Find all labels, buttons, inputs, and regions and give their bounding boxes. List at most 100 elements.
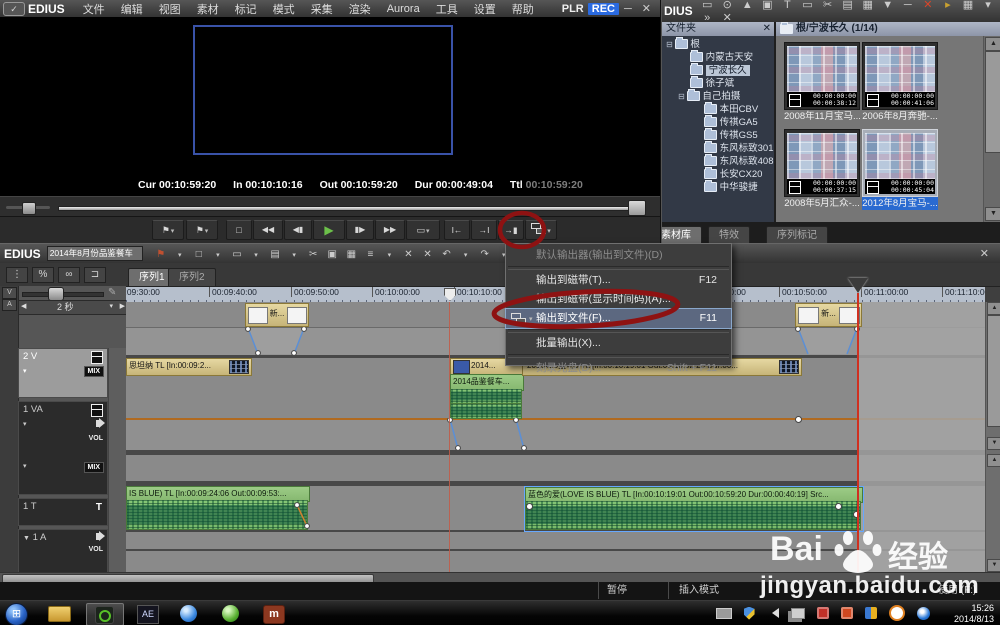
delete-icon[interactable]: ✕ [401, 249, 417, 260]
menu-item-burn-disc[interactable]: 刻录光盘(D)...Shift + F11 [506, 359, 731, 378]
scroll-up-icon[interactable]: ▲ [987, 454, 1000, 467]
vol-label[interactable]: VOL [89, 435, 103, 442]
play-view-icon[interactable]: ▸ [939, 0, 956, 11]
stop-button[interactable]: □ [226, 220, 252, 240]
keyboard-tray-icon[interactable] [716, 608, 732, 619]
delete-icon[interactable]: ✕ [919, 0, 936, 11]
folder-panel-close-icon[interactable]: ✕ [763, 22, 771, 36]
chevron-down-icon[interactable]: ▾ [248, 251, 264, 259]
cut-icon[interactable]: ✂ [819, 0, 836, 11]
security-tray-icon[interactable] [817, 607, 829, 619]
tree-item[interactable]: 徐子斌 [690, 77, 734, 90]
plr-button[interactable]: PLR [562, 3, 584, 15]
play-button[interactable]: ▶ [313, 220, 345, 240]
ripple-delete-icon[interactable]: ✕ [420, 249, 436, 260]
clock-app-tray-icon[interactable] [889, 605, 905, 621]
expand-icon[interactable]: ▾ [23, 367, 27, 375]
grid-view-icon[interactable]: ▦ [959, 0, 976, 11]
paste-icon[interactable]: ▦ [859, 0, 876, 11]
audio-waveform[interactable] [126, 500, 308, 530]
search-icon[interactable]: ⊙ [719, 0, 736, 11]
goto-edit-button[interactable]: →▮ [498, 220, 524, 240]
menu-item-export-to-tape-tc[interactable]: 输出到磁带(显示时间码)(A)... [506, 290, 731, 309]
scroll-down-icon[interactable]: ▼ [985, 207, 1000, 221]
clip-tile[interactable]: 00:00:00:0000:00:41:06 2006年8月奔驰-... [862, 42, 938, 126]
scroll-up-icon[interactable]: ▲ [985, 37, 1000, 51]
chevron-down-icon[interactable]: ▾ [171, 228, 175, 235]
collapse-icon[interactable]: ⊟ [678, 92, 685, 101]
tree-item[interactable]: 中华骏捷 [704, 181, 758, 194]
chevron-down-icon[interactable]: ▾ [210, 251, 226, 259]
tab-effects[interactable]: 特效 [708, 226, 750, 243]
track-header-1t[interactable]: 1 T T [18, 498, 108, 526]
snap-mode-icon[interactable]: ⊐ [84, 267, 106, 283]
set-out-button[interactable]: →I [471, 220, 497, 240]
timeline-vscrollbar[interactable]: ▲ ▼ ▲ ▼ [985, 302, 1000, 572]
track-header-1va[interactable]: 1 VA ▾ VOL ▾ MIX [18, 401, 108, 495]
vol-label[interactable]: VOL [89, 546, 103, 553]
menu-item-default-exporter[interactable]: 默认输出器(输出到文件)(D) [506, 246, 731, 265]
export-button[interactable]: ▾ [525, 220, 557, 240]
chevron-down-icon[interactable]: ▾ [980, 0, 997, 11]
new-sequence-icon[interactable]: □ [191, 249, 207, 260]
position-bar[interactable] [58, 206, 646, 211]
menu-item-batch-export[interactable]: 批量输出(X)... [506, 334, 731, 353]
menu-item-export-to-file[interactable]: ▾ 输出到文件(F)...F11 [506, 309, 731, 328]
title-track-icon[interactable]: T [96, 502, 102, 513]
audio-waveform[interactable] [450, 389, 522, 404]
prev-frame-button[interactable]: ◀▮ [284, 220, 312, 240]
chevron-down-icon[interactable]: ▾ [109, 301, 113, 313]
chevron-down-icon[interactable]: ▾ [286, 251, 302, 259]
tree-item[interactable]: 长安CX20 [704, 168, 762, 181]
tab-sequence-markers[interactable]: 序列标记 [766, 226, 828, 243]
close-button[interactable]: ✕ [637, 2, 656, 15]
menu-mode[interactable]: 模式 [265, 0, 303, 19]
tree-item[interactable]: 东风标致408 [704, 155, 774, 168]
taskbar-edius-button[interactable] [86, 603, 124, 625]
mix-badge[interactable]: MIX [84, 462, 104, 473]
sync-mode-icon[interactable]: % [32, 267, 54, 283]
track-header-1a[interactable]: ▼ 1 A VOL [18, 529, 108, 573]
timescale-right-icon[interactable]: ▶ [120, 301, 125, 313]
playhead-icon[interactable] [848, 278, 868, 293]
track-header-2v[interactable]: 2 V ▾ MIX [18, 348, 108, 398]
taskbar-folder-button[interactable] [44, 603, 74, 624]
menu-file[interactable]: 文件 [75, 0, 113, 19]
video-gutter-button[interactable]: V [2, 287, 17, 299]
tree-item-selected[interactable]: 宁波长久 [690, 64, 750, 77]
fast-forward-button[interactable]: ▶▶ [375, 220, 405, 240]
redo-icon[interactable]: ↷ [477, 249, 493, 260]
rec-button[interactable]: REC [588, 3, 619, 15]
menu-aurora[interactable]: Aurora [379, 1, 428, 17]
audio-waveform[interactable] [450, 404, 522, 419]
open-project-icon[interactable]: ▭ [229, 249, 245, 260]
cut-icon[interactable]: ✂ [305, 249, 321, 260]
chevron-down-icon[interactable]: ▾ [426, 228, 430, 235]
tree-item[interactable]: ⊟ 自己拍摄 [678, 90, 740, 103]
add-clip-icon[interactable]: ▼ [879, 0, 896, 11]
monitor-icon[interactable]: ▭ [799, 0, 816, 11]
collapse-icon[interactable]: ⊟ [666, 40, 673, 49]
up-folder-icon[interactable]: ▲ [739, 0, 756, 11]
tab-sequence-2[interactable]: 序列2 [168, 268, 216, 286]
taskbar-360-button[interactable] [218, 603, 248, 624]
expand-icon[interactable]: ▾ [23, 420, 27, 428]
tree-item[interactable]: 传祺GA5 [704, 116, 758, 129]
timeline-clip-1a-right[interactable]: 蓝色的爱(LOVE IS BLUE) TL [In:00:10:19:01 Ou… [524, 486, 864, 532]
menu-view[interactable]: 视图 [151, 0, 189, 19]
set-in-button[interactable]: I← [444, 220, 470, 240]
tree-item[interactable]: 内蒙古天安 [690, 51, 753, 64]
audio-gutter-button[interactable]: A [2, 299, 17, 311]
taskbar-ae-button[interactable]: AE [134, 603, 164, 624]
import-icon[interactable]: ▣ [759, 0, 776, 11]
menu-tools[interactable]: 工具 [428, 0, 466, 19]
browser-tray-icon[interactable] [917, 607, 930, 620]
expand-icon[interactable]: ▾ [23, 462, 27, 470]
menu-capture[interactable]: 采集 [303, 0, 341, 19]
bin-scrollbar[interactable]: ▲ ▼ [983, 36, 1000, 222]
menu-item-export-to-tape[interactable]: 输出到磁带(T)...F12 [506, 271, 731, 290]
collapse-arrow-icon[interactable]: ▼ [23, 535, 30, 542]
network-tray-icon[interactable] [791, 608, 805, 619]
chevron-down-icon[interactable]: ▾ [205, 228, 209, 235]
chevron-down-icon[interactable]: ▾ [458, 251, 474, 259]
